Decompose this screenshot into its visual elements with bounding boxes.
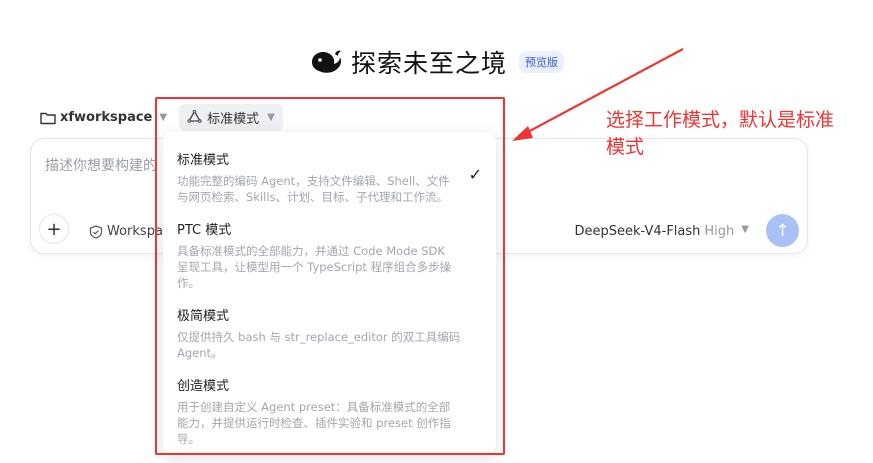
annotation-arrow-icon: [512, 48, 684, 141]
annotation-line: 选择工作模式，默认是标准: [606, 109, 835, 131]
annotation-line: 模式: [606, 136, 645, 158]
annotation-text: 选择工作模式，默认是标准 模式: [606, 107, 868, 161]
